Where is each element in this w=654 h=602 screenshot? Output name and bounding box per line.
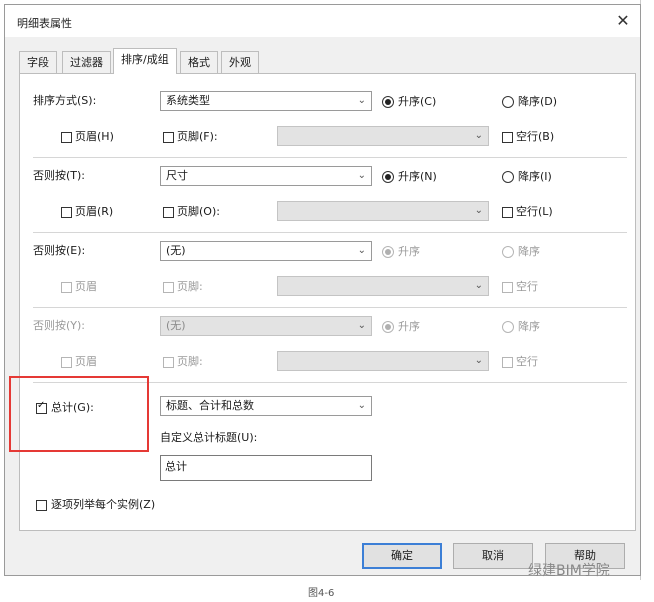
header-label-4: 页眉 [75, 355, 97, 368]
custom-total-title-input[interactable]: 总计 [160, 455, 372, 481]
cancel-button[interactable]: 取消 [453, 543, 533, 569]
chevron-down-icon: ⌄ [357, 170, 366, 181]
sort-by-label: 排序方式(S): [33, 94, 97, 107]
ascending-radio-4[interactable] [382, 321, 394, 333]
header-label-2: 页眉(R) [75, 205, 114, 218]
descending-radio-1[interactable] [502, 96, 514, 108]
close-icon[interactable]: ✕ [613, 11, 633, 31]
tab-appearance[interactable]: 外观 [221, 51, 259, 73]
header-checkbox-2[interactable] [61, 207, 72, 218]
divider [33, 157, 627, 158]
tab-filter[interactable]: 过滤器 [62, 51, 111, 73]
dialog-window: 明细表属性 ✕ 字段 过滤器 排序/成组 格式 外观 排序方式(S): 系统类型… [4, 4, 641, 576]
ascending-label-2: 升序(N) [398, 170, 437, 183]
divider [33, 307, 627, 308]
header-label-3: 页眉 [75, 280, 97, 293]
chevron-down-icon: ⌄ [474, 280, 483, 291]
blank-line-label-4: 空行 [516, 355, 538, 368]
highlight-box [9, 376, 149, 452]
blank-line-label-3: 空行 [516, 280, 538, 293]
grand-totals-select[interactable]: 标题、合计和总数 ⌄ [160, 396, 372, 416]
blank-line-checkbox-3[interactable] [502, 282, 513, 293]
footer-select-1[interactable]: ⌄ [277, 126, 489, 146]
ascending-radio-1[interactable] [382, 96, 394, 108]
chevron-down-icon: ⌄ [357, 400, 366, 411]
chevron-down-icon: ⌄ [357, 320, 366, 331]
footer-checkbox-2[interactable] [163, 207, 174, 218]
divider [33, 232, 627, 233]
descending-radio-2[interactable] [502, 171, 514, 183]
then-by-select-3[interactable]: (无) ⌄ [160, 316, 372, 336]
footer-label-1: 页脚(F): [177, 130, 218, 143]
blank-line-label-1: 空行(B) [516, 130, 555, 143]
footer-label-2: 页脚(O): [177, 205, 220, 218]
footer-select-2[interactable]: ⌄ [277, 201, 489, 221]
ok-button[interactable]: 确定 [362, 543, 442, 569]
ascending-label-1: 升序(C) [398, 95, 437, 108]
chevron-down-icon: ⌄ [474, 130, 483, 141]
header-checkbox-1[interactable] [61, 132, 72, 143]
sort-by-select[interactable]: 系统类型 ⌄ [160, 91, 372, 111]
footer-checkbox-4[interactable] [163, 357, 174, 368]
blank-line-checkbox-4[interactable] [502, 357, 513, 368]
watermark: 绿建BIM学院 [528, 563, 610, 579]
itemize-checkbox[interactable] [36, 500, 47, 511]
footer-select-4[interactable]: ⌄ [277, 351, 489, 371]
then-by-select-2[interactable]: (无) ⌄ [160, 241, 372, 261]
footer-select-3[interactable]: ⌄ [277, 276, 489, 296]
chevron-down-icon: ⌄ [474, 205, 483, 216]
itemize-label: 逐项列举每个实例(Z) [51, 498, 156, 511]
window-title: 明细表属性 [17, 17, 72, 30]
header-checkbox-4[interactable] [61, 357, 72, 368]
ascending-label-4: 升序 [398, 320, 420, 333]
ascending-label-3: 升序 [398, 245, 420, 258]
tab-format[interactable]: 格式 [180, 51, 218, 73]
blank-line-label-2: 空行(L) [516, 205, 553, 218]
descending-label-1: 降序(D) [518, 95, 558, 108]
chevron-down-icon: ⌄ [357, 245, 366, 256]
footer-checkbox-1[interactable] [163, 132, 174, 143]
descending-label-2: 降序(I) [518, 170, 552, 183]
header-label-1: 页眉(H) [75, 130, 114, 143]
footer-label-3: 页脚: [177, 280, 203, 293]
blank-line-checkbox-2[interactable] [502, 207, 513, 218]
chevron-down-icon: ⌄ [357, 95, 366, 106]
then-by-label-1: 否则按(T): [33, 169, 86, 182]
tab-fields[interactable]: 字段 [19, 51, 57, 73]
descending-radio-3[interactable] [502, 246, 514, 258]
ascending-radio-3[interactable] [382, 246, 394, 258]
ascending-radio-2[interactable] [382, 171, 394, 183]
descending-label-3: 降序 [518, 245, 540, 258]
then-by-select-1[interactable]: 尺寸 ⌄ [160, 166, 372, 186]
title-bar: 明细表属性 ✕ [5, 5, 640, 37]
then-by-label-3: 否则按(Y): [33, 319, 86, 332]
header-checkbox-3[interactable] [61, 282, 72, 293]
figure-caption: 图4-6 [308, 588, 335, 599]
footer-checkbox-3[interactable] [163, 282, 174, 293]
footer-label-4: 页脚: [177, 355, 203, 368]
tab-sorting[interactable]: 排序/成组 [113, 48, 177, 74]
blank-line-checkbox-1[interactable] [502, 132, 513, 143]
custom-total-title-label: 自定义总计标题(U): [160, 431, 258, 444]
descending-radio-4[interactable] [502, 321, 514, 333]
chevron-down-icon: ⌄ [474, 355, 483, 366]
then-by-label-2: 否则按(E): [33, 244, 86, 257]
descending-label-4: 降序 [518, 320, 540, 333]
